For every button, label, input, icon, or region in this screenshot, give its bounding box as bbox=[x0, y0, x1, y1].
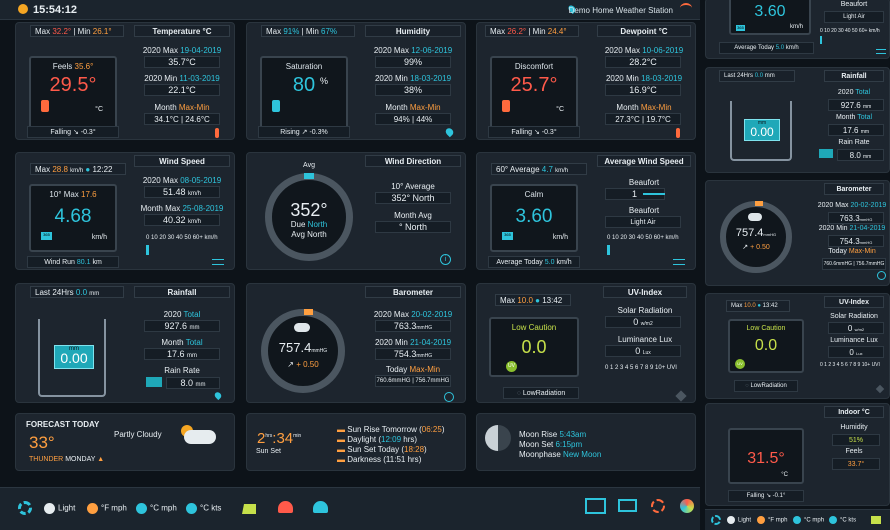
wind-icon bbox=[673, 259, 685, 265]
right-bottom-toolbar: Light °F mph °C mph °C kts bbox=[705, 509, 890, 530]
humidity-panel: Max 91% | Min 67% Humidity Saturation 80… bbox=[246, 22, 466, 140]
station-name: Demo Home Weather Station bbox=[568, 6, 673, 15]
baro-pointer bbox=[304, 309, 313, 315]
color-theme-icon[interactable] bbox=[680, 499, 694, 513]
clock: 15:54:12 bbox=[33, 4, 78, 16]
wind-icon bbox=[212, 259, 224, 265]
chart-icon[interactable] bbox=[871, 514, 881, 524]
person-icon bbox=[41, 100, 49, 112]
droplet-icon bbox=[213, 390, 223, 401]
barometer-dial: 757.4mmHG ↗ + 0.50 bbox=[261, 309, 345, 393]
wind-speed-panel: Max 28.8 km/h ● 12:22 Wind Speed 10° Max… bbox=[15, 152, 235, 270]
celsius-kts-button[interactable]: °C kts bbox=[186, 503, 221, 514]
weather-dashboard: 15:54:12 Demo Home Weather Station Max 3… bbox=[0, 0, 890, 530]
monitor-icon[interactable] bbox=[618, 499, 637, 512]
tv-icon[interactable] bbox=[585, 498, 606, 514]
rain-gauge: mm 0.00 bbox=[38, 319, 106, 397]
reload-icon[interactable] bbox=[651, 499, 665, 513]
refresh-icon[interactable] bbox=[877, 271, 886, 280]
wind-direction-panel: Wind Direction Avg 352° Due North Avg No… bbox=[246, 152, 466, 270]
light-mode-button[interactable]: Light bbox=[727, 516, 751, 524]
cloud-icon bbox=[294, 323, 310, 332]
moon-icon bbox=[485, 425, 511, 451]
temperature-panel: Max 32.2° | Min 26.1° Temperature °C Fee… bbox=[15, 22, 235, 140]
chart-icon[interactable] bbox=[242, 500, 256, 514]
temp-display: Feels 35.6° 29.5° °C bbox=[29, 56, 117, 136]
temp-trend: Falling ↘ -0.3° bbox=[27, 126, 119, 138]
beaufort-slider bbox=[643, 193, 665, 195]
star-icon[interactable] bbox=[675, 390, 687, 402]
celsius-kts-button[interactable]: °C kts bbox=[829, 516, 856, 524]
fahrenheit-mph-button[interactable]: °F mph bbox=[757, 516, 787, 524]
sun-icon bbox=[18, 4, 28, 14]
rainfall-panel: Last 24Hrs 0.0 mm Rainfall mm 0.00 2020 … bbox=[15, 283, 235, 403]
person-icon bbox=[272, 100, 280, 112]
settings-icon[interactable] bbox=[18, 501, 32, 515]
wind-gauge-bar bbox=[146, 245, 149, 255]
barometer-panel: Barometer 757.4mmHG ↗ + 0.50 2020 Max 20… bbox=[246, 283, 466, 403]
star-icon[interactable] bbox=[875, 384, 885, 394]
forecast-panel: FORECAST TODAY 33° Partly Cloudy THUNDER… bbox=[15, 413, 235, 471]
light-mode-button[interactable]: Light bbox=[44, 503, 75, 514]
right-barometer-panel: Barometer 757.4mmHG ↗ + 0.50 2020 Max 20… bbox=[705, 180, 890, 286]
right-uv-panel: Max 10.0 ● 13:42 UV-Index Low Caution 0.… bbox=[705, 293, 890, 399]
wifi-icon[interactable] bbox=[680, 3, 692, 13]
average-wind-panel: 60° Average 4.7 km/h Average Wind Speed … bbox=[476, 152, 696, 270]
temp-value: 29.5° bbox=[49, 74, 97, 96]
temp-maxmin: Max 32.2° | Min 26.1° bbox=[30, 25, 124, 37]
droplet-icon bbox=[444, 126, 455, 138]
weather-alert-icon[interactable] bbox=[278, 501, 293, 513]
thermometer-icon bbox=[676, 128, 680, 138]
person-icon bbox=[502, 100, 510, 112]
humidity-display: Saturation 80 % bbox=[260, 56, 348, 136]
compass-pointer bbox=[304, 173, 314, 179]
top-bar: 15:54:12 Demo Home Weather Station bbox=[0, 0, 700, 20]
forecast-icon[interactable] bbox=[313, 501, 328, 513]
sun-panel: 2hrs:34min Sun Set ▬ Sun Rise Tomorrow (… bbox=[246, 413, 466, 471]
right-rainfall-panel: Last 24Hrs 0.0 mm Rainfall mm 0.00 2020 … bbox=[705, 67, 890, 173]
temp-title: Temperature °C bbox=[134, 25, 230, 37]
right-average-wind-panel: 3.60 365 km/h Average Today 5.0 km/h Bea… bbox=[705, 0, 890, 59]
uv-index-panel: Max 10.0 ● 13:42 UV-Index Low Caution 0.… bbox=[476, 283, 696, 403]
right-indoor-panel: Indoor °C 31.5° °C Falling ↘ -0.1° Humid… bbox=[705, 403, 890, 506]
moon-panel: Moon Rise 5:43am Moon Set 6:15pm Moonpha… bbox=[476, 413, 696, 471]
celsius-mph-button[interactable]: °C mph bbox=[793, 516, 824, 524]
bottom-toolbar: Light °F mph °C mph °C kts bbox=[0, 487, 700, 530]
refresh-icon[interactable] bbox=[444, 392, 454, 402]
dewpoint-panel: Max 26.2° | Min 24.4° Dewpoint °C Discom… bbox=[476, 22, 696, 140]
compass-dial: Avg 352° Due North Avg North bbox=[265, 162, 353, 261]
info-icon[interactable]: i bbox=[440, 254, 451, 265]
fahrenheit-mph-button[interactable]: °F mph bbox=[87, 503, 127, 514]
cloud-icon bbox=[184, 430, 216, 444]
wind-icon bbox=[876, 49, 886, 54]
thermometer-icon bbox=[215, 128, 219, 138]
rain-rate-bar bbox=[146, 377, 162, 387]
settings-icon[interactable] bbox=[711, 515, 721, 525]
cloud-icon bbox=[748, 213, 762, 221]
celsius-mph-button[interactable]: °C mph bbox=[136, 503, 177, 514]
